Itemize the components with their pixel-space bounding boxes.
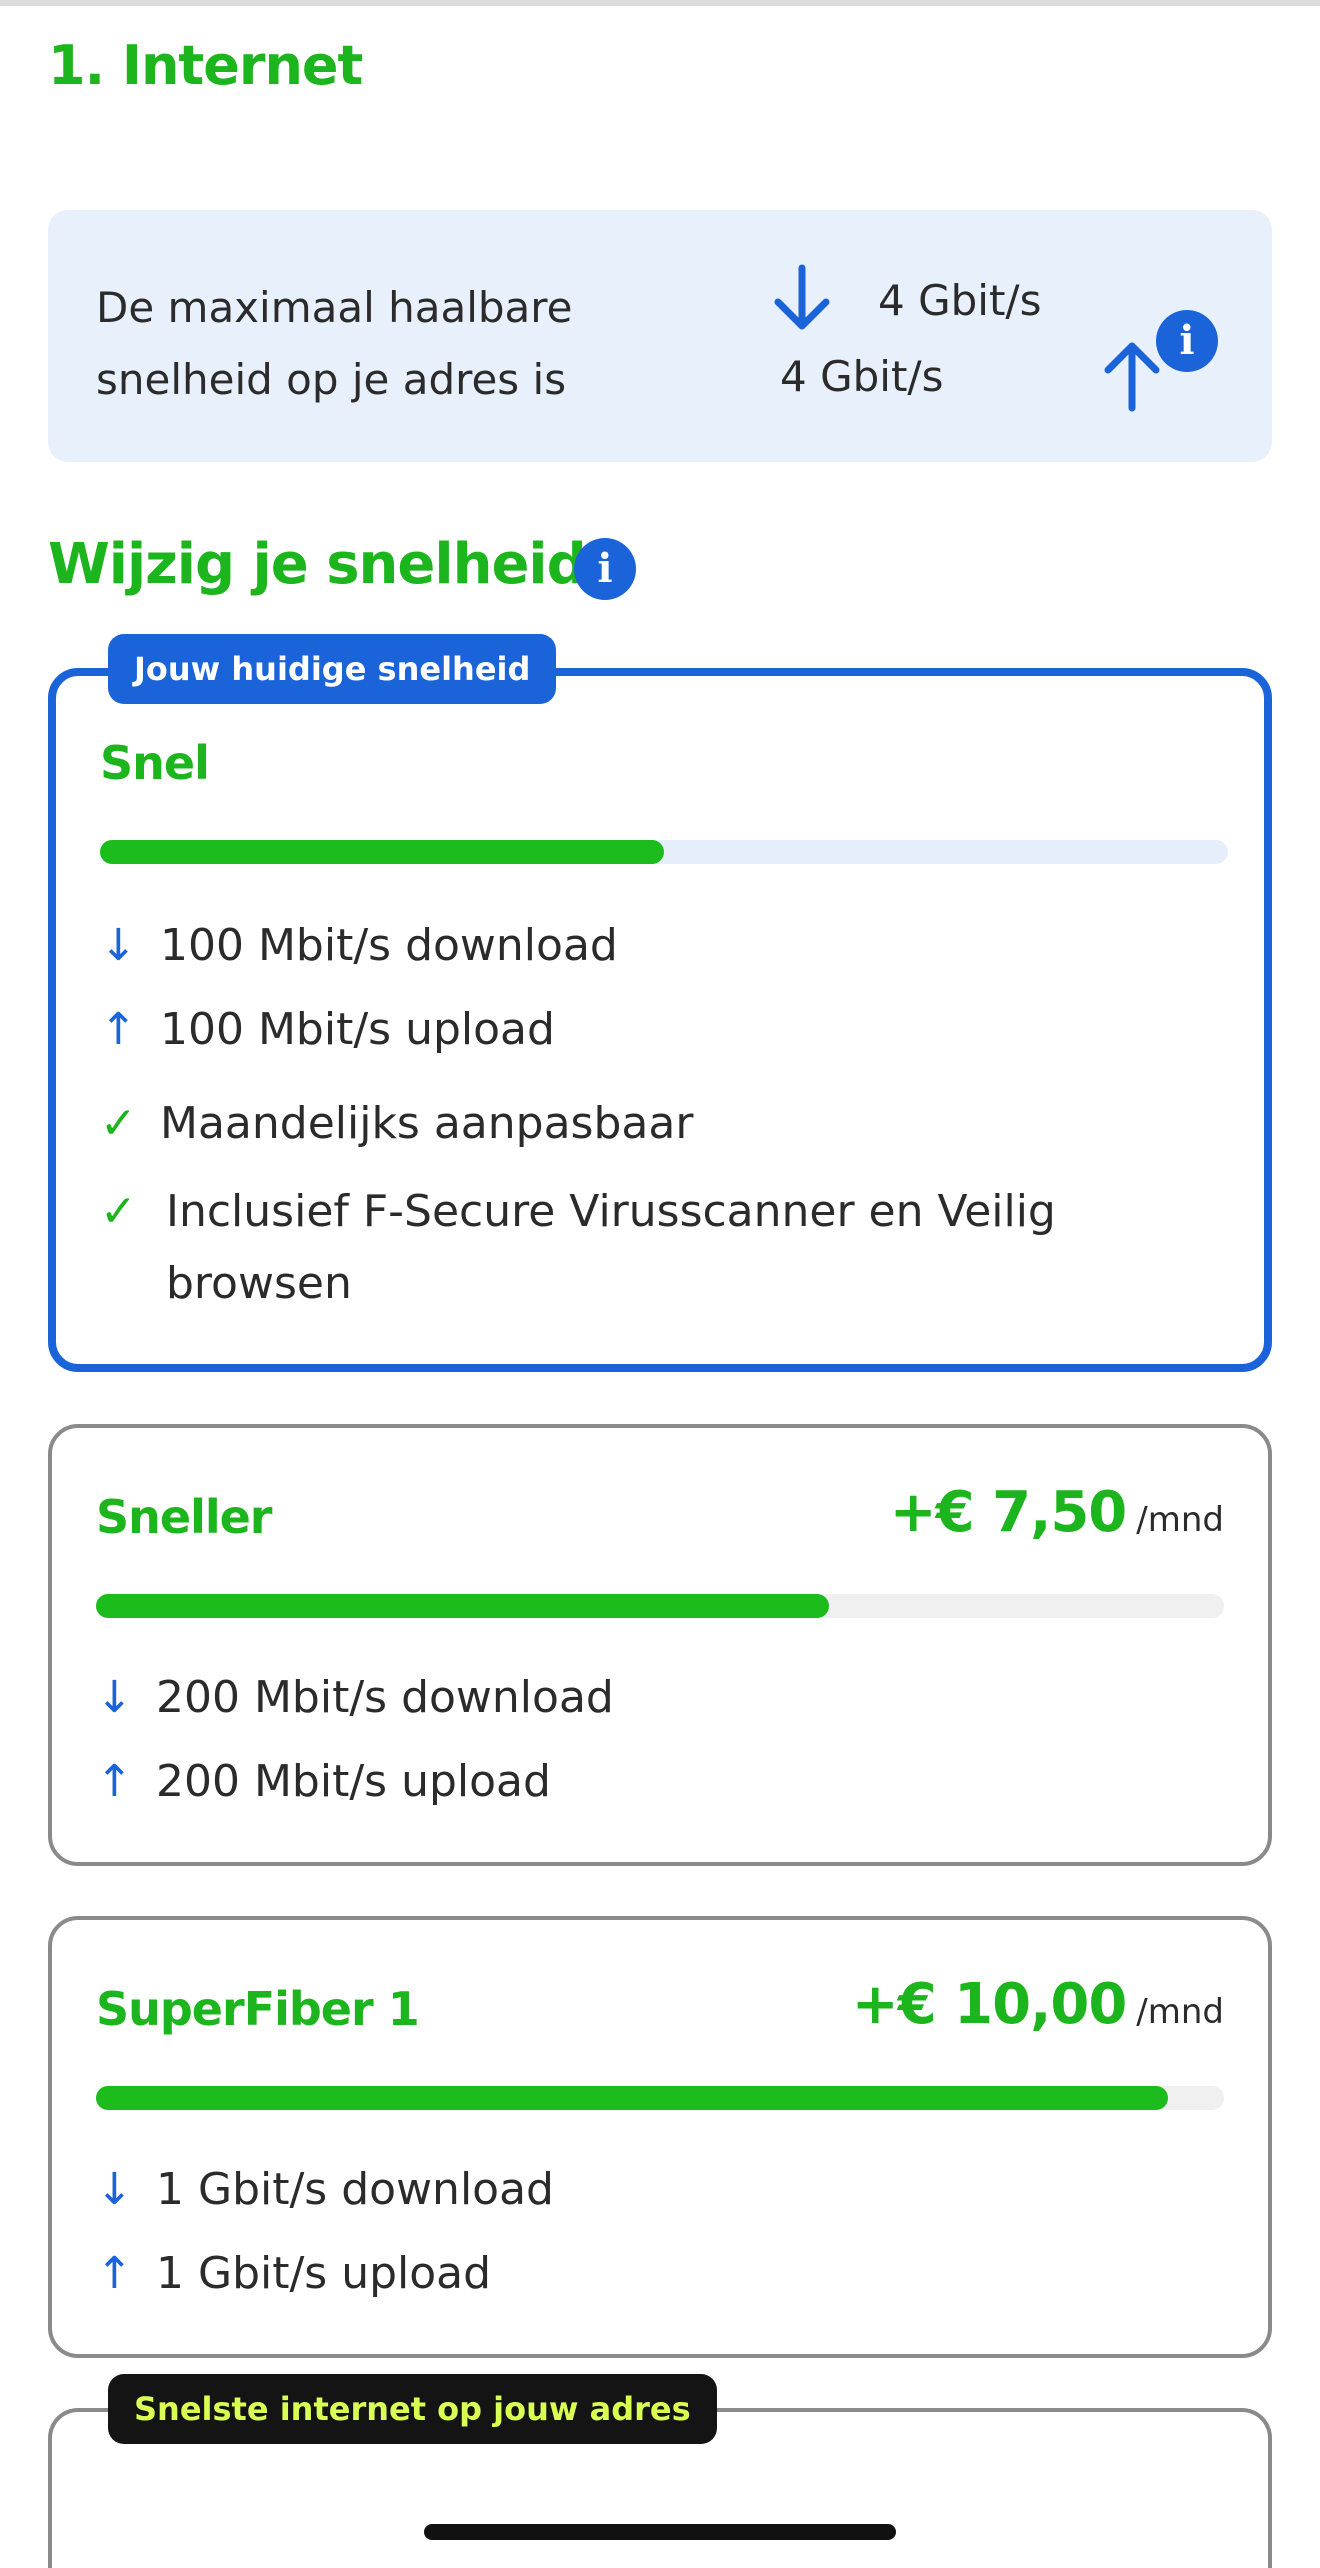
speed-bar [100, 840, 1228, 864]
home-indicator [424, 2524, 896, 2540]
info-icon[interactable]: i [1156, 310, 1218, 372]
arrow-up-icon: ↑ [96, 1756, 133, 1807]
arrow-up-icon: ↑ [100, 1004, 137, 1055]
section-title: 1. Internet [48, 34, 363, 97]
checkmark-icon: ✓ [100, 1098, 137, 1149]
download-speed-label: 1 Gbit/s download [156, 2164, 554, 2215]
arrow-up-icon [1104, 342, 1160, 412]
upload-speed-label: 1 Gbit/s upload [156, 2248, 492, 2299]
upload-speed: ↑ 1 Gbit/s upload [96, 2248, 491, 2299]
max-speed-text: De maximaal haalbare snelheid op je adre… [96, 283, 573, 404]
plan-card-sneller[interactable]: Sneller +€ 7,50/mnd ↓ 200 Mbit/s download… [48, 1424, 1272, 1866]
current-speed-badge: Jouw huidige snelheid [108, 634, 557, 704]
speed-bar [96, 2086, 1224, 2110]
fastest-internet-badge: Snelste internet op jouw adres [108, 2374, 717, 2444]
plan-card-snel[interactable]: Snel ↓ 100 Mbit/s download ↑ 100 Mbit/s up… [48, 668, 1272, 1372]
arrow-up-icon: ↑ [96, 2248, 133, 2299]
download-speed: ↓ 100 Mbit/s download [100, 920, 618, 971]
upload-speed-label: 100 Mbit/s upload [160, 1004, 555, 1055]
price-amount: +€ 7,50 [889, 1480, 1128, 1545]
speed-bar-fill [96, 2086, 1168, 2110]
plan-card-superfiber-1[interactable]: SuperFiber 1 +€ 10,00/mnd ↓ 1 Gbit/s down… [48, 1916, 1272, 2358]
download-speed: ↓ 200 Mbit/s download [96, 1672, 614, 1723]
speed-bar [96, 1594, 1224, 1618]
plan-name: SuperFiber 1 [96, 1982, 420, 2036]
max-download-value: 4 Gbit/s [878, 276, 1042, 325]
speed-bar-fill [96, 1594, 830, 1618]
checkmark-icon: ✓ [100, 1186, 137, 1237]
feature-item: ✓ Inclusief F-Secure Virusscanner en Veil… [100, 1176, 1140, 1320]
price-unit: /mnd [1136, 1500, 1224, 1540]
feature-label: Maandelijks aanpasbaar [160, 1098, 694, 1149]
plan-name: Snel [100, 736, 210, 790]
upload-speed: ↑ 200 Mbit/s upload [96, 1756, 551, 1807]
plan-price: +€ 7,50/mnd [890, 1480, 1224, 1545]
speed-bar-fill [100, 840, 664, 864]
max-speed-info-box: De maximaal haalbare snelheid op je adre… [48, 210, 1272, 462]
price-unit: /mnd [1136, 1992, 1224, 2032]
plan-name: Sneller [96, 1490, 272, 1544]
info-icon[interactable]: i [574, 538, 636, 600]
download-speed-label: 200 Mbit/s download [156, 1672, 614, 1723]
max-upload-value: 4 Gbit/s [780, 352, 944, 401]
arrow-down-icon: ↓ [96, 1672, 133, 1723]
upload-speed-label: 200 Mbit/s upload [156, 1756, 551, 1807]
arrow-down-icon: ↓ [100, 920, 137, 971]
plan-price: +€ 10,00/mnd [852, 1972, 1224, 2037]
download-speed-label: 100 Mbit/s download [160, 920, 618, 971]
upload-speed: ↑ 100 Mbit/s upload [100, 1004, 555, 1055]
arrow-down-icon: ↓ [96, 2164, 133, 2215]
change-speed-title: Wijzig je snelheid [48, 532, 587, 597]
download-speed: ↓ 1 Gbit/s download [96, 2164, 554, 2215]
feature-label: Inclusief F-Secure Virusscanner en Veili… [166, 1186, 1056, 1309]
feature-item: ✓ Maandelijks aanpasbaar [100, 1098, 693, 1149]
price-amount: +€ 10,00 [851, 1972, 1128, 2037]
top-divider [0, 0, 1320, 6]
arrow-down-icon [774, 264, 830, 330]
